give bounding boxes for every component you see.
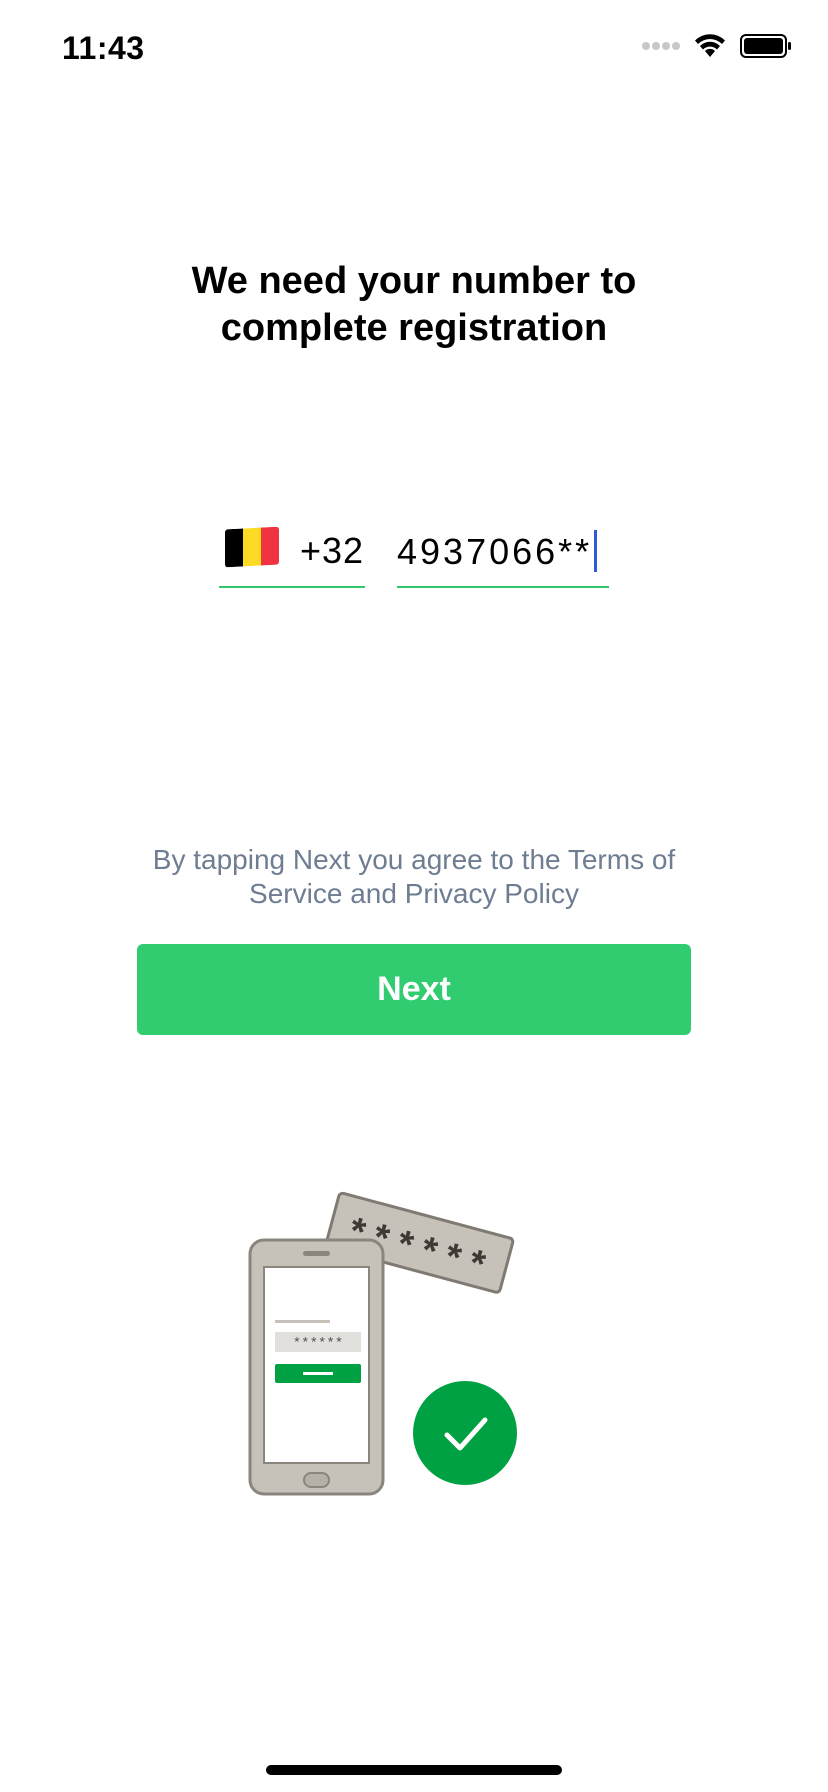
status-bar: 11:43 xyxy=(0,0,828,100)
belgium-flag-icon xyxy=(225,526,279,568)
next-button[interactable]: Next xyxy=(137,944,691,1035)
text-caret xyxy=(594,530,598,572)
terms-line-1: By tapping Next you agree to the Terms o… xyxy=(152,844,676,875)
phone-number-value: 4937066** xyxy=(397,531,593,572)
screen-code-text: ****** xyxy=(293,1336,343,1352)
signal-dots-icon xyxy=(642,42,680,50)
title-line-2: complete registration xyxy=(220,307,608,349)
title-line-1: We need your number to xyxy=(191,260,637,302)
phone-number-input[interactable]: 4937066** xyxy=(397,520,609,588)
wifi-icon xyxy=(695,34,725,57)
phone-entry: +32 4937066** xyxy=(219,520,611,590)
verification-illustration: ****** ****** xyxy=(248,1191,517,1496)
phone-graphic: ****** xyxy=(248,1238,385,1496)
status-time: 11:43 xyxy=(62,30,145,66)
country-code-picker[interactable]: +32 xyxy=(219,520,365,588)
checkmark-icon xyxy=(413,1381,517,1485)
home-indicator[interactable] xyxy=(266,1765,562,1775)
status-icons xyxy=(642,34,792,58)
terms-line-2: Service and Privacy Policy xyxy=(249,878,579,909)
country-code: +32 xyxy=(300,530,365,571)
terms-notice: By tapping Next you agree to the Terms o… xyxy=(120,843,708,911)
page-title: We need your number to complete registra… xyxy=(0,258,828,352)
battery-icon xyxy=(740,34,791,58)
